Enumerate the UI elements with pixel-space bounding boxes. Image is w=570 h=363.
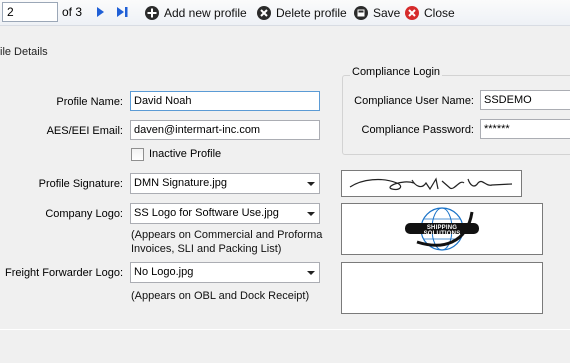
compliance-login-group <box>342 75 570 155</box>
email-field[interactable]: daven@intermart-inc.com <box>130 120 320 140</box>
inactive-profile-checkbox[interactable] <box>131 148 144 161</box>
next-page-icon[interactable] <box>92 4 108 20</box>
company-logo-label: Company Logo: <box>45 208 123 220</box>
delete-icon <box>256 5 272 21</box>
company-logo-image: SHIPPING SOLUTIONS <box>341 203 543 255</box>
add-profile-label: Add new profile <box>164 6 247 20</box>
delete-profile-label: Delete profile <box>276 6 347 20</box>
company-logo-select[interactable]: SS Logo for Software Use.jpg <box>130 203 320 224</box>
compliance-user-label: Compliance User Name: <box>354 95 474 107</box>
last-page-icon[interactable] <box>114 4 130 20</box>
ff-logo-select[interactable]: No Logo.jpg <box>130 262 320 283</box>
profile-name-field[interactable]: David Noah <box>130 91 320 111</box>
profile-name-label: Profile Name: <box>56 96 123 108</box>
add-icon <box>144 5 160 21</box>
bottom-divider <box>0 329 570 330</box>
company-logo-value: SS Logo for Software Use.jpg <box>134 207 279 219</box>
compliance-user-field[interactable]: SSDEMO <box>480 90 570 110</box>
email-label: AES/EEI Email: <box>46 125 123 137</box>
ff-logo-value: No Logo.jpg <box>134 266 194 278</box>
ff-logo-image <box>341 262 543 314</box>
chevron-down-icon <box>307 182 315 186</box>
compliance-login-title: Compliance Login <box>350 66 443 78</box>
group-title: ile Details <box>0 46 48 58</box>
ff-logo-label: Freight Forwarder Logo: <box>5 267 123 279</box>
toolbar: 2 of 3 Add new profile Delete profile Sa… <box>0 0 570 26</box>
compliance-password-label: Compliance Password: <box>361 124 475 136</box>
signature-select[interactable]: DMN Signature.jpg <box>130 173 320 194</box>
save-icon <box>353 5 369 21</box>
page-total-label: of 3 <box>62 5 83 19</box>
compliance-password-field[interactable]: ****** <box>480 119 570 139</box>
ff-logo-note: (Appears on OBL and Dock Receipt) <box>131 290 310 302</box>
save-label: Save <box>373 6 401 20</box>
close-icon <box>404 5 420 21</box>
page-number-input[interactable]: 2 <box>2 2 58 22</box>
close-label: Close <box>424 6 455 20</box>
signature-label: Profile Signature: <box>38 178 123 190</box>
chevron-down-icon <box>307 271 315 275</box>
delete-profile-button[interactable]: Delete profile <box>256 3 347 23</box>
signature-value: DMN Signature.jpg <box>134 177 227 189</box>
logo-text: SHIPPING SOLUTIONS <box>423 225 461 237</box>
company-logo-note: (Appears on Commercial and Proforma Invo… <box>131 229 323 255</box>
chevron-down-icon <box>307 212 315 216</box>
close-button[interactable]: Close <box>404 3 455 23</box>
save-button[interactable]: Save <box>353 3 400 23</box>
inactive-profile-label: Inactive Profile <box>149 148 222 160</box>
signature-image <box>341 170 522 197</box>
add-profile-button[interactable]: Add new profile <box>144 3 247 23</box>
